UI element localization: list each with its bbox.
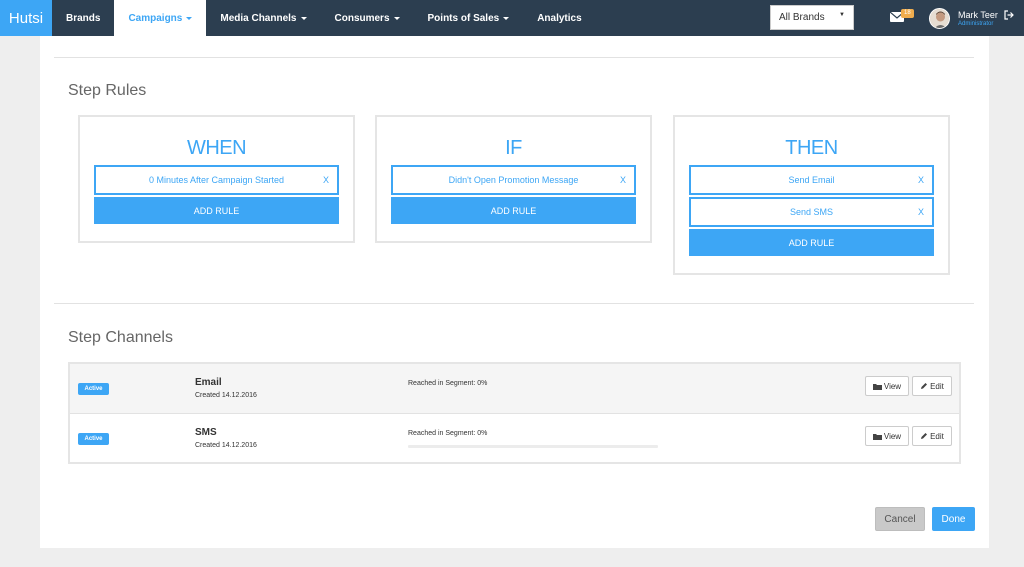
channel-reached: Reached in Segment: 0% — [408, 380, 488, 387]
caret-down-icon — [300, 16, 307, 20]
done-button[interactable]: Done — [932, 507, 975, 531]
channel-reached: Reached in Segment: 0% — [408, 430, 488, 437]
remove-rule-icon[interactable]: X — [323, 175, 329, 185]
edit-label: Edit — [930, 381, 944, 391]
channel-created: Created 14.12.2016 — [195, 392, 257, 399]
then-rule-item-sms[interactable]: Send SMS X — [689, 197, 934, 227]
caret-down-icon — [393, 16, 400, 20]
edit-button[interactable]: Edit — [912, 426, 952, 446]
caret-down-icon — [186, 16, 193, 20]
view-button[interactable]: View — [865, 426, 909, 446]
status-badge: Active — [78, 383, 109, 395]
if-heading: IF — [505, 137, 522, 159]
nav-analytics[interactable]: Analytics — [523, 0, 595, 36]
nav-points-of-sales-label: Points of Sales — [427, 12, 500, 24]
step-channels-title: Step Channels — [68, 329, 173, 346]
channel-created: Created 14.12.2016 — [195, 442, 257, 449]
rule-item-label: Send SMS — [789, 207, 834, 217]
divider — [54, 57, 974, 58]
view-label: View — [883, 381, 902, 391]
main-nav: Brands Campaigns Media Channels Consumer… — [52, 0, 596, 36]
nav-analytics-label: Analytics — [537, 12, 582, 24]
avatar[interactable] — [929, 8, 950, 29]
table-row: Active SMS Created 14.12.2016 Reached in… — [70, 414, 959, 463]
nav-brands-label: Brands — [66, 12, 101, 24]
if-add-rule-button[interactable]: ADD RULE — [391, 197, 636, 224]
then-rule-box: THEN Send Email X Send SMS X ADD RULE — [673, 115, 950, 275]
remove-rule-icon[interactable]: X — [620, 175, 626, 185]
if-rule-item[interactable]: Didn't Open Promotion Message X — [391, 165, 636, 195]
user-name[interactable]: Mark Teer — [958, 10, 998, 20]
folder-icon — [872, 433, 882, 440]
reach-progress-bar — [408, 445, 658, 448]
step-rules-title: Step Rules — [68, 82, 147, 99]
then-add-rule-button[interactable]: ADD RULE — [689, 229, 934, 256]
user-role: Administrator — [958, 21, 994, 27]
edit-label: Edit — [930, 431, 944, 441]
nav-consumers[interactable]: Consumers — [321, 0, 414, 36]
caret-down-icon — [503, 16, 510, 20]
channels-table: Active Email Created 14.12.2016 Reached … — [68, 362, 961, 464]
table-row: Active Email Created 14.12.2016 Reached … — [70, 364, 959, 413]
top-navbar: Hutsi Brands Campaigns Media Channels Co… — [0, 0, 1024, 36]
edit-button[interactable]: Edit — [912, 376, 952, 396]
nav-media-channels-label: Media Channels — [220, 12, 297, 24]
nav-points-of-sales[interactable]: Points of Sales — [414, 0, 524, 36]
view-button[interactable]: View — [865, 376, 909, 396]
select-arrow-icon: ▼ — [839, 12, 845, 18]
brand-filter-value: All Brands — [779, 12, 825, 23]
nav-media-channels[interactable]: Media Channels — [206, 0, 320, 36]
logout-icon[interactable] — [1004, 10, 1014, 20]
nav-brands[interactable]: Brands — [52, 0, 114, 36]
nav-consumers-label: Consumers — [334, 12, 390, 24]
app-logo[interactable]: Hutsi — [0, 0, 52, 36]
user-avatar-icon — [930, 9, 949, 28]
channel-name: Email — [195, 377, 222, 388]
nav-campaigns-label: Campaigns — [128, 12, 183, 24]
if-rule-box: IF Didn't Open Promotion Message X ADD R… — [375, 115, 652, 243]
when-rule-box: WHEN 0 Minutes After Campaign Started X … — [78, 115, 355, 243]
remove-rule-icon[interactable]: X — [918, 175, 924, 185]
when-add-rule-button[interactable]: ADD RULE — [94, 197, 339, 224]
rule-item-label: Didn't Open Promotion Message — [448, 175, 579, 185]
divider — [54, 303, 974, 304]
remove-rule-icon[interactable]: X — [918, 207, 924, 217]
rule-item-label: Send Email — [788, 175, 835, 185]
then-heading: THEN — [785, 137, 838, 159]
cancel-button[interactable]: Cancel — [875, 507, 925, 531]
channel-name: SMS — [195, 427, 217, 438]
nav-campaigns[interactable]: Campaigns — [114, 0, 207, 36]
rule-item-label: 0 Minutes After Campaign Started — [148, 175, 285, 185]
view-label: View — [883, 431, 902, 441]
pencil-icon — [921, 383, 928, 389]
pencil-icon — [921, 433, 928, 439]
brand-filter-select[interactable]: All Brands ▼ — [770, 5, 854, 30]
notification-badge: 18 — [901, 9, 914, 18]
when-rule-item[interactable]: 0 Minutes After Campaign Started X — [94, 165, 339, 195]
status-badge: Active — [78, 433, 109, 445]
then-rule-item-email[interactable]: Send Email X — [689, 165, 934, 195]
when-heading: WHEN — [186, 137, 247, 159]
folder-icon — [872, 383, 882, 390]
main-panel: Step Rules WHEN 0 Minutes After Campaign… — [40, 36, 989, 548]
